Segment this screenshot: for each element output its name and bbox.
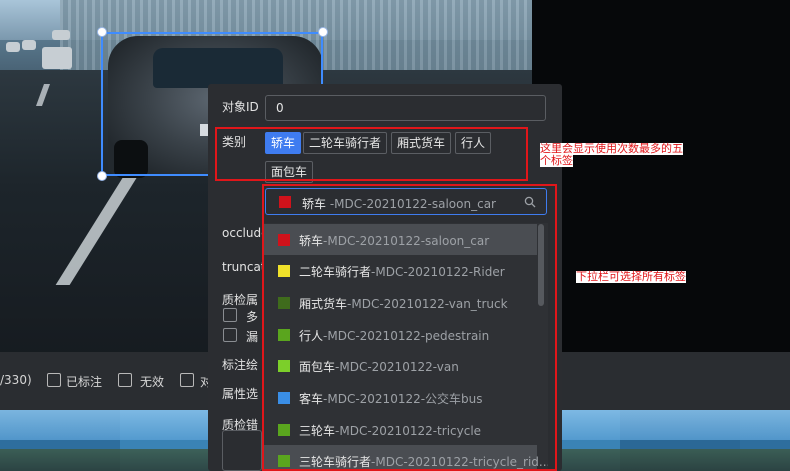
object-id-input[interactable]: 0 <box>265 95 546 121</box>
frame-counter: /330) <box>0 373 32 387</box>
distant-car <box>22 40 36 50</box>
labeled-checkbox[interactable] <box>47 373 61 387</box>
annotation-draw-label: 标注绘 <box>222 358 259 372</box>
top-tags-highlight <box>215 127 528 181</box>
qc-attribute-label: 质检属 <box>222 293 259 307</box>
labeled-label: 已标注 <box>66 375 103 389</box>
empty-canvas-area <box>532 0 790 410</box>
qc-multi-label: 多 <box>246 310 259 324</box>
qc-error-textarea[interactable] <box>222 430 262 471</box>
distant-car <box>6 42 20 52</box>
qc-missing-checkbox[interactable] <box>223 328 237 342</box>
top-tags-note-line2: 个标签 <box>540 154 573 167</box>
invalid-checkbox[interactable] <box>118 373 132 387</box>
attribute-select-label: 属性选 <box>222 387 259 401</box>
filter-checkbox[interactable] <box>180 373 194 387</box>
bbox-handle-top-right[interactable] <box>318 27 328 37</box>
bbox-handle-bottom-left[interactable] <box>97 171 107 181</box>
object-id-label: 对象ID <box>222 100 259 114</box>
invalid-label: 无效 <box>140 375 165 389</box>
dropdown-note: 下拉栏可选择所有标签 <box>576 270 686 283</box>
dropdown-highlight <box>262 184 557 471</box>
distant-car <box>52 30 70 40</box>
qc-missing-label: 漏 <box>246 330 259 344</box>
qc-multi-checkbox[interactable] <box>223 308 237 322</box>
distant-car <box>42 47 72 69</box>
bbox-handle-top-left[interactable] <box>97 27 107 37</box>
